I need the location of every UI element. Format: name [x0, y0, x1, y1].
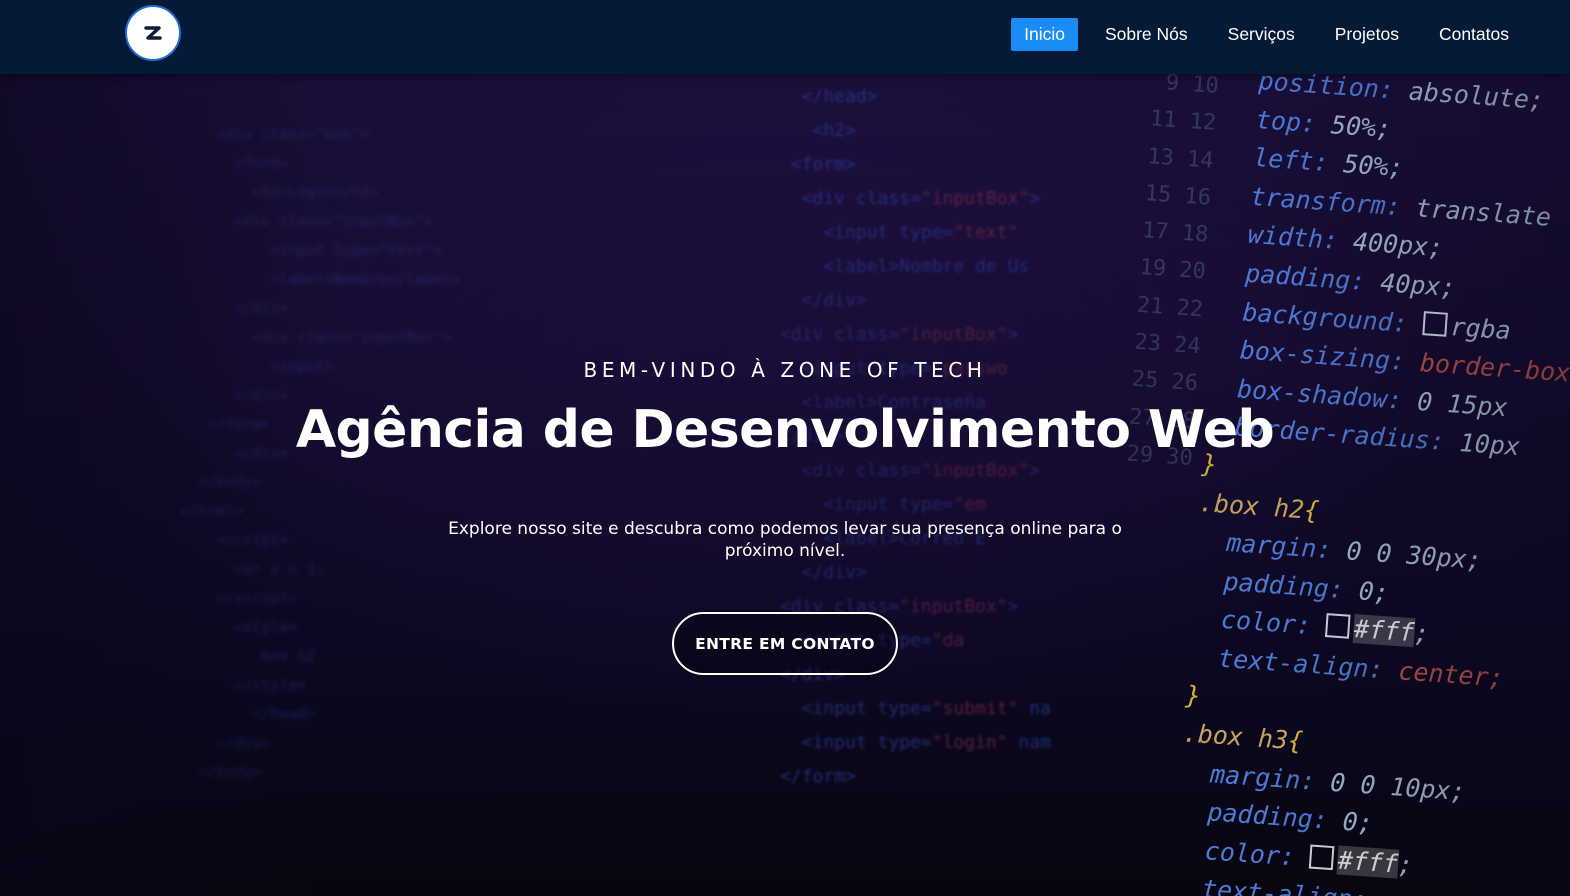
hero-section: BEM-VINDO À ZONE OF TECH Agência de Dese… — [0, 74, 1570, 896]
hero-title: Agência de Desenvolvimento Web — [295, 400, 1275, 460]
nav-item-inicio[interactable]: Inicio — [1011, 18, 1078, 51]
nav-item-sobre-nos[interactable]: Sobre Nós — [1092, 18, 1201, 51]
nav-item-contatos[interactable]: Contatos — [1426, 18, 1522, 51]
nav-item-servicos[interactable]: Serviços — [1215, 18, 1308, 51]
main-nav: Inicio Sobre Nós Serviços Projetos Conta… — [1011, 18, 1522, 51]
navbar: Inicio Sobre Nós Serviços Projetos Conta… — [0, 0, 1570, 74]
contact-cta-button[interactable]: ENTRE EM CONTATO — [672, 612, 898, 675]
hero-eyebrow: BEM-VINDO À ZONE OF TECH — [583, 358, 987, 382]
page: <div class="box"> <form> <h2>Login</h2> … — [0, 0, 1570, 896]
hero-description: Explore nosso site e descubra como podem… — [448, 519, 1122, 561]
site-logo[interactable] — [125, 5, 181, 61]
nav-item-projetos[interactable]: Projetos — [1322, 18, 1412, 51]
z-logo-icon — [144, 26, 162, 40]
